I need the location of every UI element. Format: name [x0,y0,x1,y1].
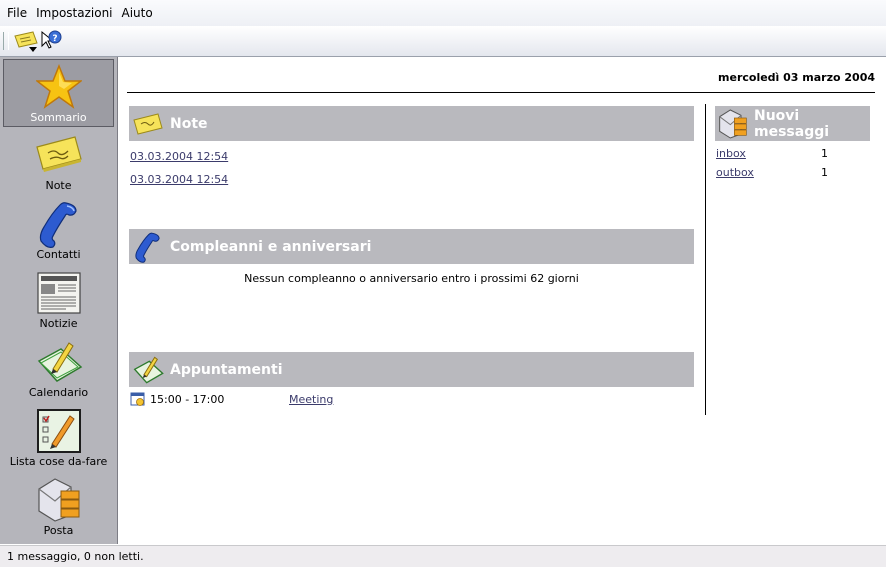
help-pointer-icon: ? [41,30,62,49]
section-title: Note [170,115,208,132]
birthdays-empty-message: Nessun compleanno o anniversario entro i… [244,272,579,285]
sidebar-item-label: Calendario [28,386,89,399]
sidebar-item-label: Posta [43,524,74,537]
sticky-note-icon [35,131,83,179]
calendar-pen-icon [131,353,165,387]
folder-link-outbox[interactable]: outbox [716,166,754,179]
summary-date: mercoledì 03 marzo 2004 [127,71,875,93]
menu-bar: File Impostazioni Aiuto [0,0,886,26]
appointment-link[interactable]: Meeting [289,393,333,406]
sidebar: Sommario Note Contatti Notizie Calendari… [0,57,118,544]
sticky-note-icon [131,107,165,141]
section-title: Appuntamenti [170,361,283,378]
menu-help[interactable]: Aiuto [118,6,158,20]
whats-this-button[interactable]: ? [40,30,62,53]
sidebar-item-contacts[interactable]: Contatti [3,197,114,265]
mail-icon [717,107,749,141]
sidebar-item-news[interactable]: Notizie [3,266,114,334]
new-dropdown-arrow-icon[interactable] [29,47,37,52]
sidebar-item-notes[interactable]: Note [3,128,114,196]
phone-icon [35,200,83,248]
sidebar-item-label: Lista cose da-fare [9,455,108,468]
folder-count: 1 [821,147,828,160]
messages-section-header: Nuovi messaggi [715,106,870,141]
birthdays-section-header: Compleanni e anniversari [129,229,694,264]
section-title: Compleanni e anniversari [170,238,372,255]
sidebar-item-todo[interactable]: Lista cose da-fare [3,404,114,472]
appointment-icon [130,392,146,410]
toolbar-grip[interactable] [3,32,9,50]
menu-settings[interactable]: Impostazioni [32,6,117,20]
sidebar-item-label: Contatti [36,248,81,261]
section-title: Nuovi messaggi [754,107,830,140]
toolbar: ? [0,26,886,57]
sidebar-item-label: Sommario [30,111,87,124]
appointment-time: 15:00 - 17:00 [150,393,225,406]
mail-icon [35,476,83,524]
folder-count: 1 [821,166,828,179]
status-text: 1 messaggio, 0 non letti. [7,550,144,563]
sidebar-item-calendar[interactable]: Calendario [3,335,114,403]
appointments-section-header: Appuntamenti [129,352,694,387]
todo-list-icon [35,407,83,455]
sidebar-item-summary[interactable]: Sommario [3,59,114,127]
note-link[interactable]: 03.03.2004 12:54 [130,150,228,163]
appointment-row: 15:00 - 17:00 Meeting [130,391,694,407]
phone-icon [131,230,165,264]
notes-section-header: Note [129,106,694,141]
calendar-pen-icon [35,338,83,386]
note-link[interactable]: 03.03.2004 12:54 [130,173,228,186]
sidebar-item-label: Notizie [39,317,78,330]
star-icon [35,63,83,111]
status-bar: 1 messaggio, 0 non letti. [0,545,886,567]
folder-link-inbox[interactable]: inbox [716,147,746,160]
sidebar-item-mail[interactable]: Posta [3,473,114,541]
newspaper-icon [35,269,83,317]
sidebar-item-label: Note [45,179,72,192]
svg-text:?: ? [52,34,57,44]
menu-file[interactable]: File [0,6,32,20]
column-divider [705,104,706,415]
